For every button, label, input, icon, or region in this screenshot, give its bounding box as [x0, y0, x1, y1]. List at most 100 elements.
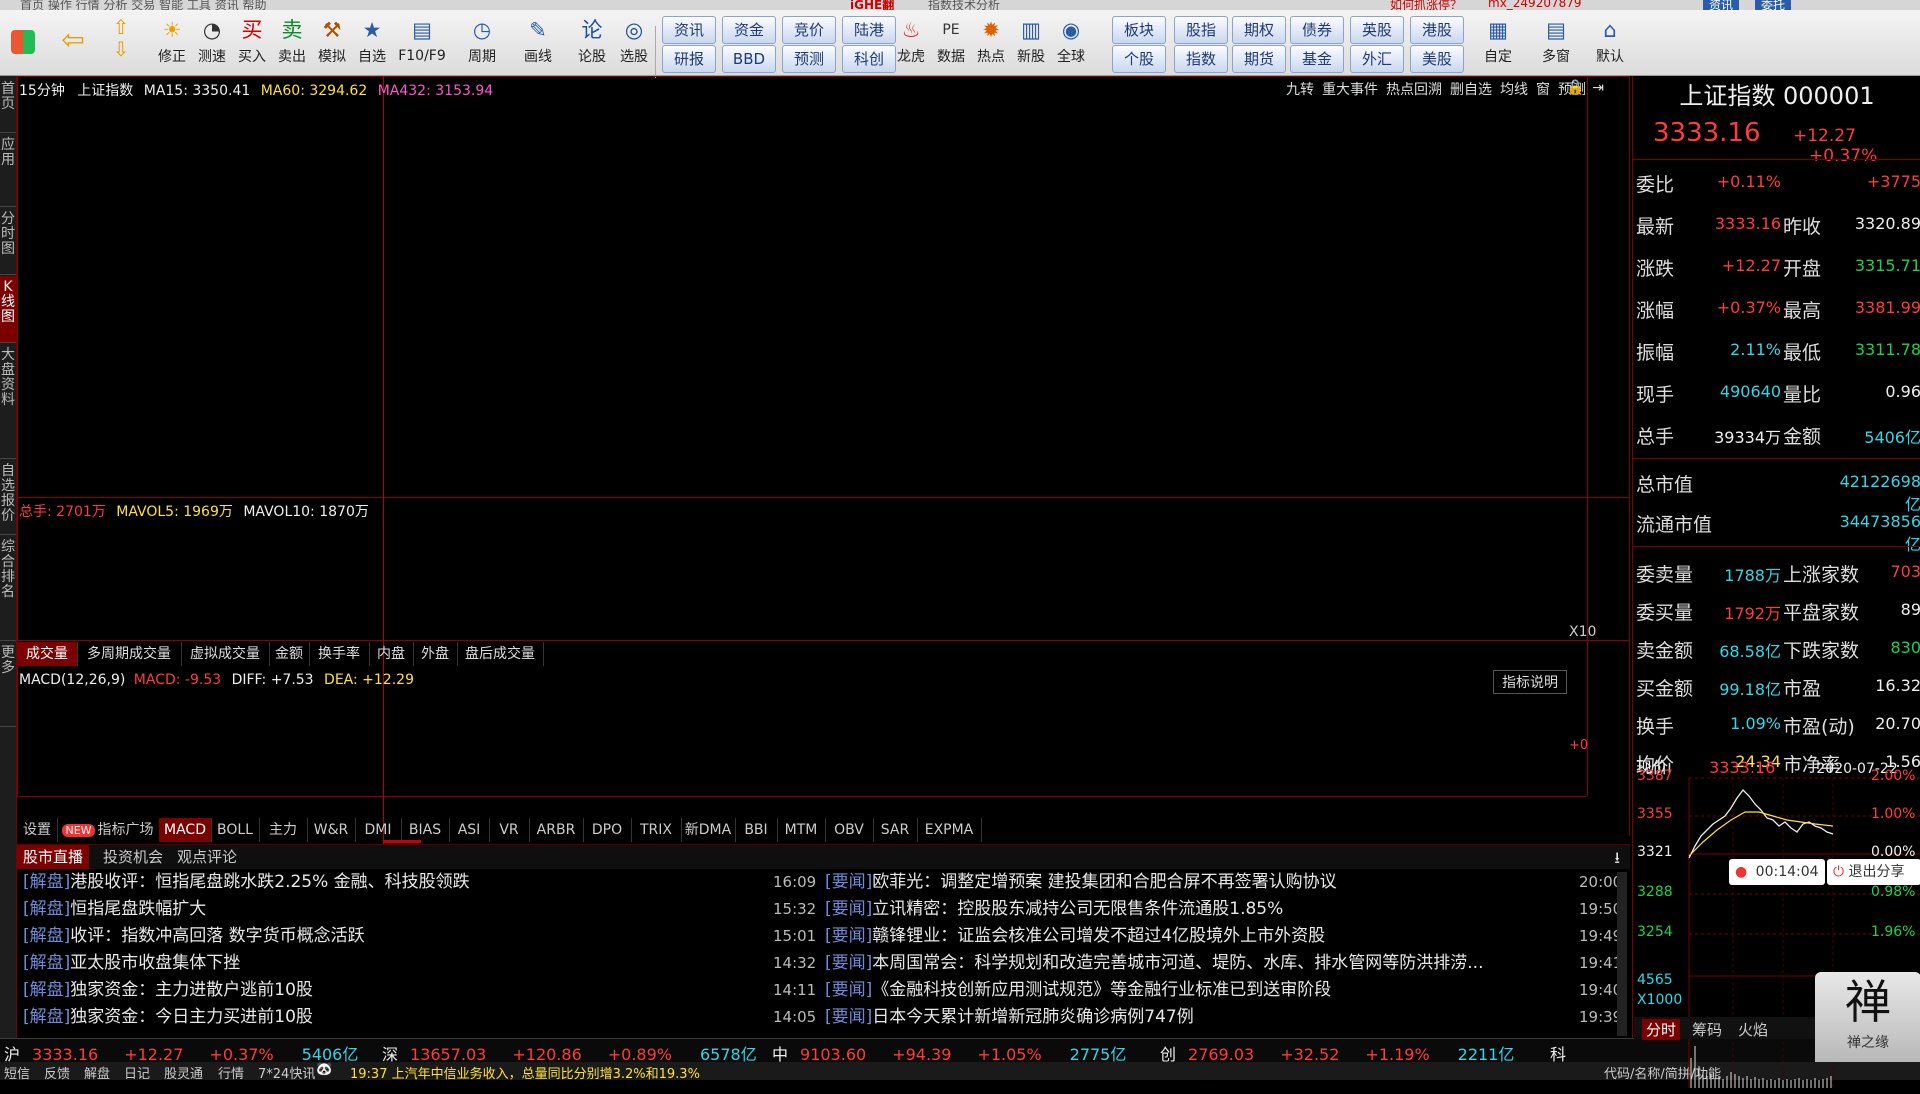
menu-fragment[interactable]: 首页 操作 行情 分析 交易 智能 工具 资讯 帮助	[20, 0, 267, 10]
left-tab-6[interactable]: 综合排名	[0, 536, 16, 641]
news-item-right[interactable]: [要闻]赣锋锂业：证监会核准公司增发不超过4亿股境外上市外资股 19:49	[825, 923, 1625, 949]
up-down-button[interactable]: ⇧ ⇩	[104, 14, 138, 72]
mini-tab[interactable]: 火焰	[1734, 1019, 1772, 1040]
lock-icon[interactable]: 🔓	[1567, 80, 1584, 96]
indicator-tab[interactable]: BBI	[735, 818, 778, 842]
left-tab-3[interactable]: K线图	[0, 276, 16, 343]
news-title[interactable]: 亚太股市收盘集体下挫	[70, 953, 240, 973]
status-item[interactable]: 行情	[218, 1063, 244, 1080]
news-ticker[interactable]: 19:37 上汽年中信业务收入，总量同比分别增3.2%和19.3%	[350, 1063, 700, 1080]
chart-tool-button[interactable]: 重大事件	[1322, 82, 1378, 98]
news-title[interactable]: 赣锋锂业：证监会核准公司增发不超过4亿股境外上市外资股	[872, 926, 1325, 946]
chart-tool-button[interactable]: 九转	[1286, 82, 1314, 98]
trade-button[interactable]: 委托	[1755, 0, 1792, 10]
toolbar-button-new-stock[interactable]: ▥ 新股	[1012, 14, 1050, 72]
indicator-tab[interactable]: BOLL	[211, 818, 260, 842]
news-tab[interactable]: 投资机会	[97, 845, 169, 869]
indicator-tab[interactable]: SAR	[873, 818, 918, 842]
indicator-tab[interactable]: ARBR	[529, 818, 584, 842]
volume-tab[interactable]: 多周期成交量	[77, 642, 182, 666]
indicator-tab[interactable]: EXPMA	[917, 818, 982, 842]
back-button[interactable]: ⇦	[56, 14, 90, 72]
toolbar-pill[interactable]: 陆港	[842, 16, 896, 44]
toolbar-pill[interactable]: BBD	[722, 45, 776, 73]
news-title[interactable]: 本周国常会：科学规划和改造完善城市河道、堤防、水库、排水管网等防洪排涝...	[872, 953, 1483, 973]
toolbar-button-star[interactable]: ★ 自选	[346, 14, 398, 72]
user-name[interactable]: mx_249207879	[1488, 0, 1582, 10]
news-title[interactable]: 恒指尾盘跌幅扩大	[70, 899, 206, 919]
left-tab-0[interactable]: 首页	[0, 78, 16, 133]
volume-tab[interactable]: 盘后成交量	[457, 642, 544, 666]
exit-share-button[interactable]: ⏻ 退出分享	[1827, 859, 1920, 885]
toolbar-pill[interactable]: 研报	[662, 45, 716, 73]
indicator-tab[interactable]: 新DMA	[681, 818, 736, 842]
status-item[interactable]: 7*24快讯	[258, 1063, 315, 1080]
market-pill[interactable]: 期权	[1232, 16, 1286, 44]
news-item-left[interactable]: [解盘]港股收评：恒指尾盘跳水跌2.25% 金融、科技股领跌 16:09	[23, 869, 823, 895]
toolbar-pill[interactable]: 竞价	[782, 16, 836, 44]
news-item-right[interactable]: [要闻]《金融科技创新应用测试规范》等金融行业标准已到送审阶段 19:40	[825, 977, 1625, 1003]
market-pill[interactable]: 债券	[1290, 16, 1344, 44]
toolbar-button-hot[interactable]: ✹ 热点	[972, 14, 1010, 72]
market-pill[interactable]: 个股	[1112, 45, 1166, 73]
indicator-tab[interactable]: BIAS	[401, 818, 450, 842]
volume-tab[interactable]: 成交量	[17, 642, 78, 666]
chart-period[interactable]: 15分钟	[19, 83, 65, 99]
news-title[interactable]: 日本今天累计新增新冠肺炎确诊病例747例	[872, 1007, 1193, 1027]
status-item[interactable]: 反馈	[44, 1063, 70, 1080]
left-tab-4[interactable]: 大盘资料	[0, 344, 16, 459]
info-button[interactable]: 资讯	[1703, 0, 1740, 10]
market-pill[interactable]: 基金	[1290, 45, 1344, 73]
toolbar-button-dragon[interactable]: ♨ 龙虎	[892, 14, 930, 72]
news-item-right[interactable]: [要闻]本周国常会：科学规划和改造完善城市河道、堤防、水库、排水管网等防洪排涝.…	[825, 950, 1625, 976]
indicator-tab[interactable]: MACD	[159, 818, 212, 842]
status-item[interactable]: 股灵通	[164, 1063, 203, 1080]
toolbar-button-pe-data[interactable]: PE 数据	[932, 14, 970, 72]
left-tab-7[interactable]: 更多	[0, 642, 16, 727]
indicator-tab[interactable]: DMI	[355, 818, 402, 842]
market-pill[interactable]: 港股	[1410, 16, 1464, 44]
chart-tool-button[interactable]: 删自选	[1450, 82, 1492, 98]
market-pill[interactable]: 英股	[1350, 16, 1404, 44]
news-scrollbar[interactable]	[1617, 872, 1627, 1036]
mini-tab[interactable]: 分时	[1642, 1019, 1681, 1040]
news-item-left[interactable]: [解盘]收评：指数冲高回落 数字货币概念活跃 15:01	[23, 923, 823, 949]
toolbar-pill[interactable]: 预测	[782, 45, 836, 73]
news-item-right[interactable]: [要闻]立讯精密：控股股东减持公司无限售条件流通股1.85% 19:50	[825, 896, 1625, 922]
chart-tool-button[interactable]: 均线	[1500, 82, 1528, 98]
news-title[interactable]: 欧菲光：调整定增预案 建投集团和合肥合屏不再签署认购协议	[872, 872, 1336, 892]
left-tab-2[interactable]: 分时图	[0, 208, 16, 275]
indicator-tab[interactable]: DPO	[583, 818, 632, 842]
kline-chart[interactable]: 15分钟 上证指数 MA15: 3350.41 MA60: 3294.62 MA…	[17, 76, 1630, 846]
indicator-tab[interactable]: MTM	[777, 818, 826, 842]
status-item[interactable]: 短信	[4, 1063, 30, 1080]
mini-tab[interactable]: 筹码	[1688, 1019, 1726, 1040]
toolbar-button-document[interactable]: ▤ F10/F9	[396, 14, 448, 72]
chart-tool-button[interactable]: 热点回溯	[1386, 82, 1442, 98]
news-title[interactable]: 立讯精密：控股股东减持公司无限售条件流通股1.85%	[872, 899, 1283, 919]
market-pill[interactable]: 期货	[1232, 45, 1286, 73]
news-title[interactable]: 收评：指数冲高回落 数字货币概念活跃	[70, 926, 364, 946]
news-item-right[interactable]: [要闻]日本今天累计新增新冠肺炎确诊病例747例 19:39	[825, 1004, 1625, 1030]
market-pill[interactable]: 美股	[1410, 45, 1464, 73]
toolbar-button-select-stock[interactable]: ◎ 选股	[608, 14, 660, 72]
indicator-tab[interactable]: 设置	[17, 818, 58, 842]
toolbar-pill[interactable]: 资讯	[662, 16, 716, 44]
news-title[interactable]: 独家资金：今日主力买进前10股	[70, 1007, 313, 1027]
toolbar-button-globe[interactable]: ◉ 全球	[1052, 14, 1090, 72]
toolbar-button-cycle[interactable]: ◷ 周期	[456, 14, 508, 72]
news-item-left[interactable]: [解盘]独家资金：主力进散户逃前10股 14:11	[23, 977, 823, 1003]
toolbar-pill[interactable]: 科创	[842, 45, 896, 73]
news-item-left[interactable]: [解盘]独家资金：今日主力买进前10股 14:05	[23, 1004, 823, 1030]
toolbar-button-pencil[interactable]: ✎ 画线	[512, 14, 564, 72]
toolbar-button-multi-window[interactable]: ▤ 多窗	[1530, 14, 1582, 72]
indicator-tab[interactable]: W&R	[307, 818, 356, 842]
indicator-tab[interactable]: VR	[489, 818, 530, 842]
left-tab-1[interactable]: 应用	[0, 134, 16, 207]
market-pill[interactable]: 板块	[1112, 16, 1166, 44]
left-tab-5[interactable]: 自选报价	[0, 460, 16, 535]
toolbar-button-home[interactable]: ⌂ 默认	[1584, 14, 1636, 72]
indicator-tab[interactable]: ASI	[449, 818, 490, 842]
promo-link[interactable]: 如何抓涨停？	[1390, 0, 1462, 10]
news-item-left[interactable]: [解盘]恒指尾盘跌幅扩大 15:32	[23, 896, 823, 922]
